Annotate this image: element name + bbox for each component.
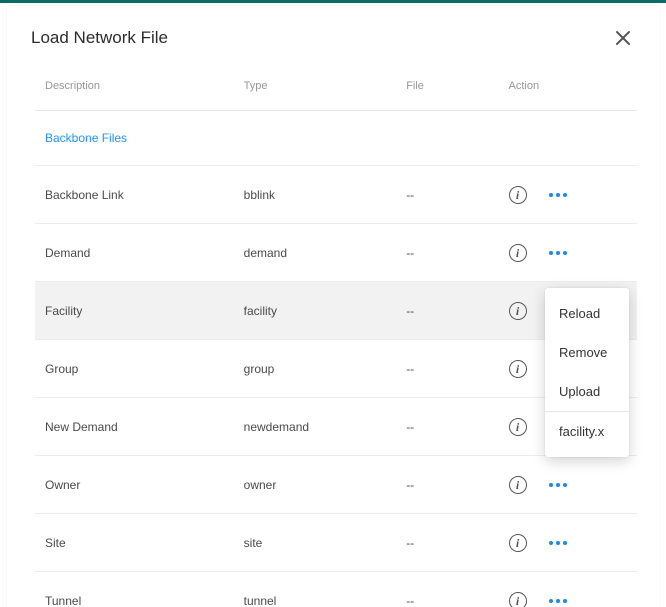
cell-description: Tunnel (35, 572, 234, 607)
more-actions-button[interactable] (547, 245, 569, 261)
info-button[interactable]: i (509, 592, 527, 607)
info-button[interactable]: i (509, 186, 527, 204)
cell-file: -- (396, 166, 498, 224)
row-actions: i (509, 186, 627, 204)
info-icon: i (516, 247, 519, 259)
table-row: Backbone Link bblink -- i (35, 166, 637, 224)
cell-file: -- (396, 572, 498, 607)
cell-type: newdemand (234, 398, 397, 456)
cell-action: i (499, 456, 637, 514)
cell-action: i (499, 224, 637, 282)
section-backbone-files[interactable]: Backbone Files (35, 111, 637, 166)
info-button[interactable]: i (509, 360, 527, 378)
menu-item-upload[interactable]: Upload (545, 372, 629, 411)
info-button[interactable]: i (509, 244, 527, 262)
cell-file: -- (396, 340, 498, 398)
info-icon: i (516, 479, 519, 491)
dialog-title: Load Network File (31, 28, 168, 48)
cell-description: Demand (35, 224, 234, 282)
cell-type: facility (234, 282, 397, 340)
cell-action: i (499, 572, 637, 607)
cell-type: bblink (234, 166, 397, 224)
more-actions-button[interactable] (547, 593, 569, 607)
cell-file: -- (396, 282, 498, 340)
app-frame: Load Network File Description Type File … (0, 0, 666, 607)
col-file: File (396, 68, 498, 111)
col-description: Description (35, 68, 234, 111)
table-row: Owner owner -- i (35, 456, 637, 514)
cell-description: Group (35, 340, 234, 398)
close-button[interactable] (611, 26, 635, 50)
more-actions-button[interactable] (547, 477, 569, 493)
cell-type: group (234, 340, 397, 398)
dialog-header: Load Network File (7, 6, 659, 58)
info-button[interactable]: i (509, 476, 527, 494)
cell-description: New Demand (35, 398, 234, 456)
info-icon: i (516, 305, 519, 317)
info-icon: i (516, 363, 519, 375)
row-actions: i (509, 476, 627, 494)
info-button[interactable]: i (509, 534, 527, 552)
cell-type: owner (234, 456, 397, 514)
row-actions: i (509, 534, 627, 552)
cell-file: -- (396, 514, 498, 572)
cell-action: i (499, 514, 637, 572)
row-action-menu: Reload Remove Upload facility.x (545, 288, 629, 457)
table-row: Tunnel tunnel -- i (35, 572, 637, 607)
cell-file: -- (396, 398, 498, 456)
cell-description: Backbone Link (35, 166, 234, 224)
cell-type: site (234, 514, 397, 572)
cell-file: -- (396, 224, 498, 282)
menu-item-reload[interactable]: Reload (545, 294, 629, 333)
info-icon: i (516, 537, 519, 549)
cell-description: Site (35, 514, 234, 572)
cell-type: demand (234, 224, 397, 282)
table-row: Demand demand -- i (35, 224, 637, 282)
row-actions: i (509, 592, 627, 607)
cell-file: -- (396, 456, 498, 514)
more-actions-button[interactable] (547, 187, 569, 203)
row-actions: i (509, 244, 627, 262)
cell-description: Owner (35, 456, 234, 514)
section-label: Backbone Files (35, 111, 637, 166)
info-icon: i (516, 421, 519, 433)
table-header-row: Description Type File Action (35, 68, 637, 111)
menu-item-file[interactable]: facility.x (545, 412, 629, 451)
col-type: Type (234, 68, 397, 111)
cell-type: tunnel (234, 572, 397, 607)
load-network-file-dialog: Load Network File Description Type File … (7, 6, 659, 607)
menu-item-remove[interactable]: Remove (545, 333, 629, 372)
info-icon: i (516, 189, 519, 201)
close-icon (615, 30, 631, 46)
info-button[interactable]: i (509, 302, 527, 320)
cell-action: i (499, 166, 637, 224)
col-action: Action (499, 68, 637, 111)
info-icon: i (516, 595, 519, 607)
table-row: Site site -- i (35, 514, 637, 572)
info-button[interactable]: i (509, 418, 527, 436)
more-actions-button[interactable] (547, 535, 569, 551)
cell-description: Facility (35, 282, 234, 340)
